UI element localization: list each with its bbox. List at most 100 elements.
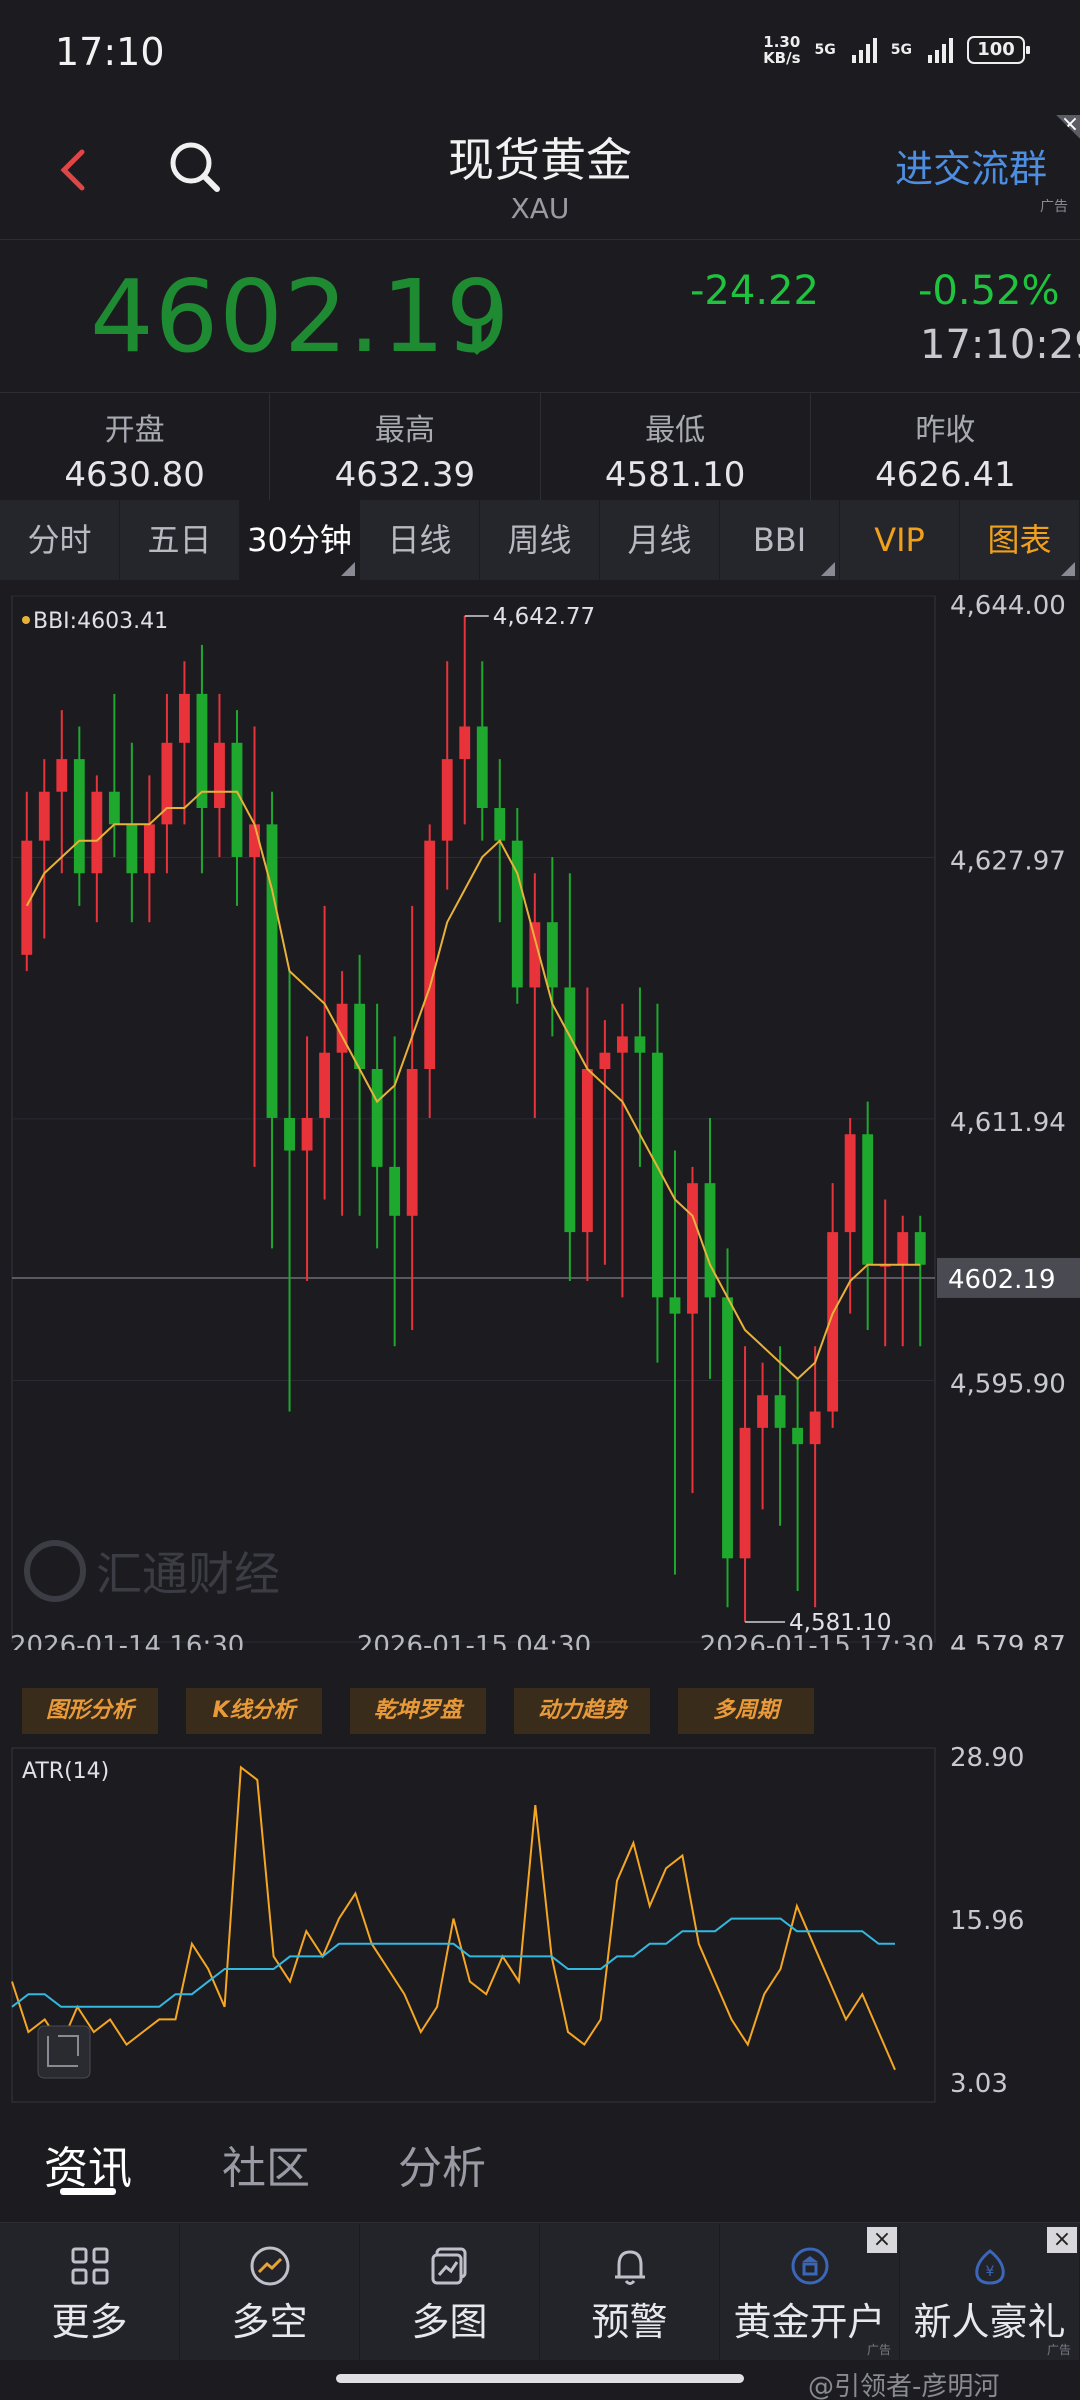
candle-body — [809, 1411, 821, 1445]
tab-monthly[interactable]: 月线 — [600, 500, 720, 580]
tab-vip[interactable]: VIP — [840, 500, 960, 580]
nav-gold-account[interactable]: 黄金开户 广告 × — [720, 2223, 900, 2360]
current-price-label: 4602.19 — [948, 1265, 1056, 1295]
atr-y-tick-label: 3.03 — [950, 2069, 1008, 2099]
candlestick-chart[interactable]: 4,644.00 4,627.97 4,611.94 4,595.90 4,579.87… — [0, 580, 1080, 1650]
nav-new-user-gift[interactable]: ¥ 新人豪礼 广告 × — [900, 2223, 1080, 2360]
close-icon: × — [1060, 112, 1080, 137]
tab-news[interactable]: 资讯 — [44, 2132, 132, 2196]
candle-body — [214, 742, 225, 809]
close-ad-button[interactable]: × — [1047, 2227, 1077, 2253]
candle-body — [126, 824, 138, 874]
candle-body — [494, 808, 506, 841]
price-change-percent: -0.52% — [918, 268, 1060, 314]
candle-body — [511, 840, 523, 988]
shape-analysis-button[interactable]: 图形分析 — [22, 1688, 158, 1734]
nav-alert[interactable]: 预警 — [540, 2223, 720, 2360]
signal-icon — [928, 37, 953, 63]
candle-body — [757, 1395, 768, 1428]
join-group-ad-link[interactable]: 进交流群 — [895, 138, 1047, 193]
stat-high: 最高 4632.39 — [270, 393, 541, 500]
news-tabs: 资讯 社区 分析 — [0, 2110, 1080, 2220]
candle-body — [38, 791, 50, 841]
kline-analysis-button[interactable]: K线分析 — [186, 1688, 322, 1734]
multi-chart-icon — [427, 2243, 473, 2289]
active-tab-indicator — [60, 2188, 116, 2195]
atr-indicator-label: ATR(14) — [22, 1759, 109, 1784]
price-stats: 开盘 4630.80 最高 4632.39 最低 4581.10 昨收 4626.41 — [0, 392, 1080, 500]
price-change: -24.22 — [690, 268, 819, 314]
network-type-2: 5G — [890, 42, 912, 58]
candle-body — [389, 1166, 401, 1216]
credit-watermark: @引领者-彦明河 — [808, 2372, 1000, 2400]
search-icon — [170, 142, 220, 192]
momentum-trend-button[interactable]: 动力趋势 — [514, 1688, 650, 1734]
home-indicator[interactable] — [336, 2374, 744, 2383]
compass-button[interactable]: 乾坤罗盘 — [350, 1688, 486, 1734]
bottom-nav: 更多 多空 多图 预警 黄金开户 广告 × ¥ 新人豪礼 广告 × — [0, 2222, 1080, 2360]
candle-body — [914, 1232, 926, 1265]
candle-body — [354, 1003, 366, 1070]
x-tick-label: 2026-01-15 04:30 — [357, 1631, 591, 1650]
ad-tag: 广告 — [1040, 199, 1068, 215]
svg-text:¥: ¥ — [985, 2264, 994, 2280]
candle-body — [897, 1232, 909, 1265]
candle-body — [108, 791, 120, 825]
candle-body — [844, 1134, 856, 1233]
analysis-tools: 图形分析 K线分析 乾坤罗盘 动力趋势 多周期 — [22, 1688, 814, 1734]
y-tick-label: 4,579.87 — [950, 1631, 1066, 1650]
candle-body — [319, 1052, 331, 1118]
tab-community[interactable]: 社区 — [222, 2132, 310, 2196]
tab-weekly[interactable]: 周线 — [480, 500, 600, 580]
search-button[interactable] — [165, 137, 225, 197]
status-indicators: 1.30 KB/s 5G 5G 100 — [763, 34, 1030, 66]
nav-more[interactable]: 更多 — [0, 2223, 180, 2360]
tab-chart[interactable]: 图表 — [960, 500, 1080, 580]
candle-body — [581, 1069, 593, 1233]
candle-body — [56, 759, 68, 792]
period-tabs: 分时 五日 30分钟 日线 周线 月线 BBI VIP 图表 — [0, 500, 1080, 580]
status-bar: 17:10 1.30 KB/s 5G 5G 100 — [0, 0, 1080, 100]
multi-period-button[interactable]: 多周期 — [678, 1688, 814, 1734]
candle-body — [546, 922, 558, 988]
gift-icon: ¥ — [967, 2243, 1013, 2289]
tab-five-day[interactable]: 五日 — [120, 500, 240, 580]
tab-bbi[interactable]: BBI — [720, 500, 840, 580]
close-ad-button[interactable]: × — [867, 2227, 897, 2253]
candle-body — [371, 1069, 383, 1167]
tab-intraday[interactable]: 分时 — [0, 500, 120, 580]
y-tick-label: 4,644.00 — [950, 591, 1066, 621]
stat-open: 开盘 4630.80 — [0, 393, 271, 500]
candle-body — [301, 1117, 313, 1151]
candle-body — [284, 1117, 295, 1151]
x-tick-label: 2026-01-15 17:30 — [700, 1631, 934, 1650]
close-ad-button[interactable]: × — [1056, 112, 1080, 139]
atr-average-line — [11, 1917, 895, 2008]
tab-30min[interactable]: 30分钟 — [240, 500, 360, 580]
candle-body — [704, 1183, 716, 1298]
current-price: 4602.19 — [90, 258, 511, 375]
account-icon — [787, 2243, 833, 2289]
atr-plot-frame — [11, 1747, 936, 2103]
back-button[interactable] — [48, 140, 108, 200]
candle-body — [179, 693, 190, 743]
atr-chart[interactable]: 28.90 15.96 3.03 ATR(14) — [0, 1740, 1080, 2110]
y-tick-label: 4,611.94 — [950, 1108, 1066, 1138]
candle-body — [616, 1036, 628, 1053]
high-annotation: 4,642.77 — [493, 604, 595, 630]
tab-analysis[interactable]: 分析 — [398, 2132, 486, 2196]
page-title: 现货黄金 — [448, 133, 632, 187]
y-tick-label: 4,627.97 — [950, 846, 1066, 876]
stat-low: 最低 4581.10 — [541, 393, 811, 500]
candle-body — [91, 791, 103, 874]
candle-body — [687, 1183, 698, 1314]
trend-icon — [247, 2243, 293, 2289]
bell-icon — [607, 2243, 653, 2289]
candle-body — [459, 726, 471, 760]
nav-multi-chart[interactable]: 多图 — [360, 2223, 540, 2360]
candle-body — [862, 1134, 874, 1265]
tab-daily[interactable]: 日线 — [360, 500, 480, 580]
grid-icon — [67, 2243, 113, 2289]
nav-long-short[interactable]: 多空 — [180, 2223, 360, 2360]
bbi-indicator-label: BBI:4603.41 — [33, 609, 168, 634]
